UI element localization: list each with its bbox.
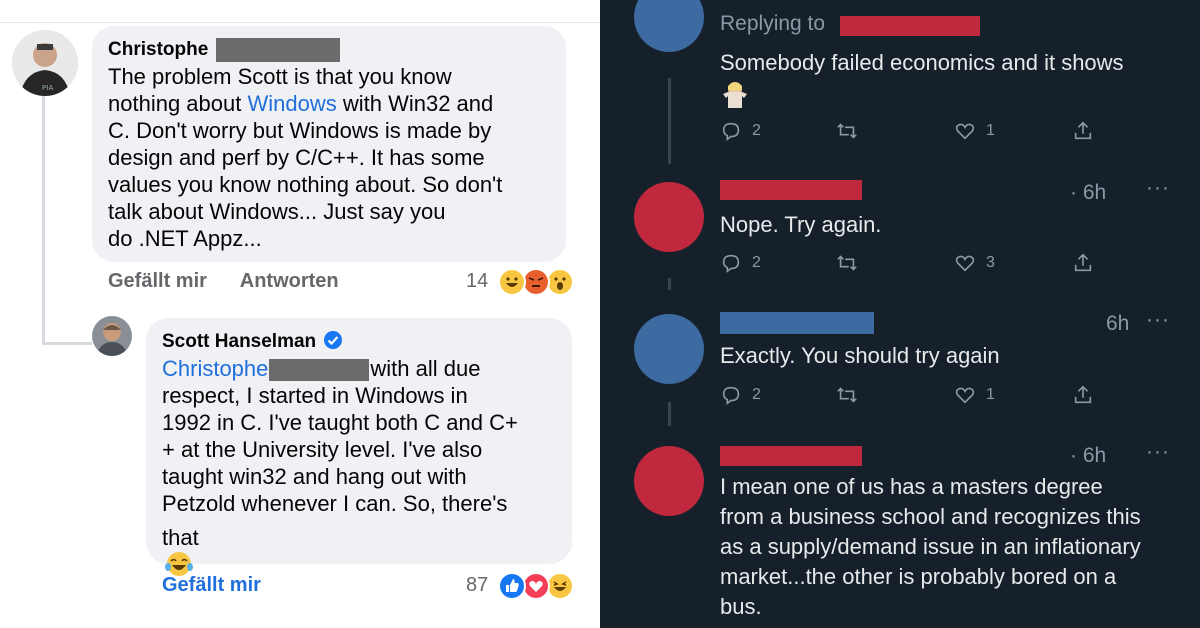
- like-action[interactable]: 3: [954, 252, 995, 274]
- avatar-red-user[interactable]: [634, 446, 704, 516]
- thread-line: [42, 95, 45, 345]
- like-action[interactable]: 1: [954, 120, 995, 142]
- avatar-christophe[interactable]: PIA: [12, 30, 78, 96]
- top-divider: [0, 0, 600, 23]
- avatar-red-user[interactable]: [634, 182, 704, 252]
- tweet-time: · 6h: [1070, 444, 1107, 467]
- comment-text-christophe: The problem Scott is that you know nothi…: [108, 64, 503, 251]
- reply-icon: [722, 386, 740, 405]
- wow-emoji-icon: [546, 268, 574, 296]
- redacted-username: [720, 446, 862, 466]
- share-action[interactable]: [1072, 120, 1094, 142]
- retweet-icon: [837, 123, 857, 139]
- avatar-blue-user[interactable]: [634, 0, 704, 52]
- redacted-surname: [269, 359, 370, 382]
- retweet-icon: [837, 255, 857, 271]
- like-button[interactable]: Gefällt mir: [162, 574, 261, 596]
- share-icon: [1074, 121, 1092, 140]
- reply-button[interactable]: Antworten: [240, 270, 339, 292]
- like-action[interactable]: 1: [954, 384, 995, 406]
- reply-action[interactable]: 2: [720, 252, 761, 274]
- share-icon: [1074, 253, 1092, 272]
- tweet-text-2: Nope. Try again.: [720, 212, 882, 237]
- love-emoji-icon: [522, 572, 550, 600]
- comment-actions-scott: Gefällt mir: [162, 574, 289, 597]
- retweet-action[interactable]: [836, 120, 858, 142]
- redacted-username: [720, 180, 862, 200]
- tweet-text-3: Exactly. You should try again: [720, 343, 1000, 368]
- comment-author-christophe[interactable]: Christophe: [108, 38, 340, 62]
- retweet-action[interactable]: [836, 252, 858, 274]
- more-options-icon[interactable]: ···: [1146, 308, 1170, 332]
- redacted-handle: [840, 16, 980, 36]
- reaction-count[interactable]: 87: [466, 574, 488, 597]
- facebook-comments-panel: PIA Christophe The problem Scott is that…: [0, 0, 600, 628]
- twitter-thread-panel: Replying to Somebody failed economics an…: [600, 0, 1200, 628]
- reply-action[interactable]: 2: [720, 120, 761, 142]
- avatar-scott[interactable]: [92, 316, 132, 356]
- retweet-action[interactable]: [836, 384, 858, 406]
- retweet-icon: [837, 387, 857, 403]
- comment-text-scott: Christophe with all due respect, I starte…: [162, 356, 518, 516]
- redacted-surname: [215, 38, 340, 62]
- share-action[interactable]: [1072, 252, 1094, 274]
- like-emoji-icon: [498, 572, 526, 600]
- svg-text:PIA: PIA: [42, 85, 54, 92]
- more-options-icon[interactable]: ···: [1146, 176, 1170, 200]
- tweet-text-1: Somebody failed economics and it shows: [720, 50, 1124, 75]
- windows-link[interactable]: Windows: [247, 91, 336, 116]
- comment-text-scott-last: that: [162, 524, 199, 579]
- share-action[interactable]: [1072, 384, 1094, 406]
- heart-icon: [955, 387, 975, 404]
- thread-connector: [668, 278, 671, 290]
- more-options-icon[interactable]: ···: [1146, 440, 1170, 464]
- tweet-time: · 6h: [1070, 181, 1107, 204]
- tweet-text-4: I mean one of us has a masters degree fr…: [720, 474, 1141, 619]
- angry-emoji-icon: [522, 268, 550, 296]
- comment-author-scott[interactable]: Scott Hanselman: [162, 330, 343, 353]
- reply-action[interactable]: 2: [720, 384, 761, 406]
- thread-connector: [668, 78, 671, 164]
- heart-icon: [955, 255, 975, 272]
- avatar-blue-user[interactable]: [634, 314, 704, 384]
- comment-actions-christophe: Gefällt mir Antworten: [108, 270, 367, 293]
- share-icon: [1074, 385, 1092, 404]
- haha-emoji-icon: [546, 572, 574, 600]
- tweet-time: 6h: [1106, 312, 1130, 335]
- shrug-emoji-icon: [720, 80, 750, 110]
- thread-connector: [668, 402, 671, 426]
- replying-to-label: Replying to: [720, 12, 826, 35]
- heart-icon: [955, 123, 975, 140]
- thread-branch: [42, 342, 92, 345]
- reply-icon: [722, 254, 740, 273]
- reply-icon: [722, 122, 740, 141]
- verified-badge-icon: [324, 331, 343, 349]
- haha-emoji-icon: [498, 268, 526, 296]
- reaction-count[interactable]: 14: [466, 270, 488, 293]
- mention-christophe[interactable]: Christophe: [162, 356, 268, 381]
- redacted-username: [720, 312, 874, 334]
- like-button[interactable]: Gefällt mir: [108, 270, 207, 292]
